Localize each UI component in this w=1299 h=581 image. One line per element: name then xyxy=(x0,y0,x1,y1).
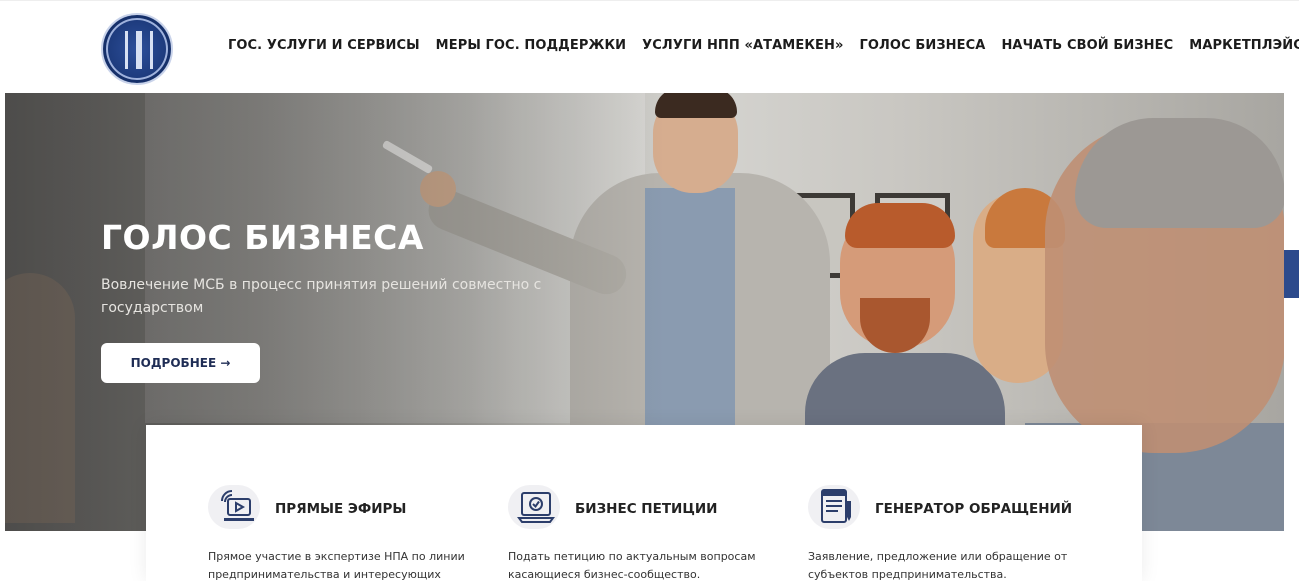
nav-item-start-business[interactable]: НАЧАТЬ СВОЙ БИЗНЕС xyxy=(1001,38,1173,53)
nav-item-atameken-services[interactable]: УСЛУГИ НПП «АТАМЕКЕН» xyxy=(642,38,843,53)
document-pen-icon xyxy=(808,485,860,529)
nav-item-marketplace[interactable]: МАРКЕТПЛЭЙС xyxy=(1189,38,1299,53)
card-title: ГЕНЕРАТОР ОБРАЩЕНИЙ xyxy=(875,501,1073,517)
nav-item-gov-support[interactable]: МЕРЫ ГОС. ПОДДЕРЖКИ xyxy=(436,38,627,53)
laptop-check-icon xyxy=(508,485,560,529)
more-button[interactable]: ПОДРОБНЕЕ → xyxy=(101,343,260,383)
logo[interactable] xyxy=(101,13,173,85)
card-title: БИЗНЕС ПЕТИЦИИ xyxy=(575,501,718,517)
card-text: Заявление, предложение или обращение от … xyxy=(808,550,1068,581)
live-stream-icon xyxy=(208,485,260,529)
card-text: Подать петицию по актуальным вопросам ка… xyxy=(508,550,756,581)
hero-title: ГОЛОС БИЗНЕСА xyxy=(101,218,424,257)
site-header: ГОС. УСЛУГИ И СЕРВИСЫ МЕРЫ ГОС. ПОДДЕРЖК… xyxy=(0,0,1299,93)
card-title: ПРЯМЫЕ ЭФИРЫ xyxy=(275,501,407,517)
card-text: Прямое участие в экспертизе НПА по линии… xyxy=(208,550,465,581)
features-panel: ПРЯМЫЕ ЭФИРЫ Прямое участие в экспертизе… xyxy=(146,425,1142,581)
nav-item-gov-services[interactable]: ГОС. УСЛУГИ И СЕРВИСЫ xyxy=(228,38,420,53)
main-nav: ГОС. УСЛУГИ И СЕРВИСЫ МЕРЫ ГОС. ПОДДЕРЖК… xyxy=(228,38,1299,53)
emblem-logo-icon xyxy=(125,31,153,69)
nav-item-business-voice[interactable]: ГОЛОС БИЗНЕСА xyxy=(860,38,986,53)
side-tab[interactable] xyxy=(1284,250,1299,298)
hero-subtitle: Вовлечение МСБ в процесс принятия решени… xyxy=(101,277,542,316)
